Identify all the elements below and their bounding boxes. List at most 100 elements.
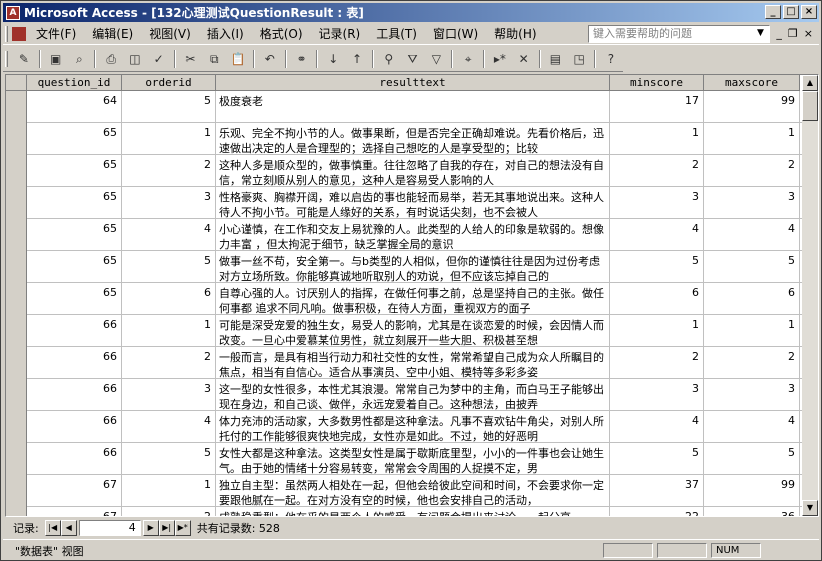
cell-maxscore[interactable]: 4 (704, 219, 800, 251)
scroll-down-icon[interactable]: ▼ (802, 500, 818, 516)
save-icon[interactable]: ▣ (46, 49, 66, 69)
cell-maxscore[interactable]: 5 (704, 443, 800, 475)
record-selector[interactable] (6, 475, 27, 507)
cell-question-id[interactable]: 67 (27, 475, 122, 507)
table-row[interactable]: 66 2 一般而言，是具有相当行动力和社交性的女性，常常希望自己成为众人所瞩目的焦点… (6, 347, 806, 379)
find-icon[interactable]: ⌖ (458, 49, 478, 69)
column-header-resulttext[interactable]: resulttext (216, 75, 610, 91)
cell-minscore[interactable]: 6 (610, 283, 704, 315)
record-selector[interactable] (6, 379, 27, 411)
new-object-icon[interactable]: ◳ (569, 49, 589, 69)
mdi-minimize-button[interactable]: _ (776, 27, 782, 40)
close-button[interactable]: × (801, 5, 817, 19)
filter-by-selection-icon[interactable]: ⚲ (379, 49, 399, 69)
table-row[interactable]: 66 5 女性大都是这种拿法。这类型女性是属于歇斯底里型，小小的一件事也会让她生气。… (6, 443, 806, 475)
menu-format[interactable]: 格式(O) (252, 25, 311, 42)
new-record-nav-icon[interactable]: ▶* (174, 520, 191, 536)
cell-resulttext[interactable]: 乐观、完全不拘小节的人。做事果断，但是否完全正确却难说。先看价格后，迅速做出决定… (216, 123, 610, 155)
cell-minscore[interactable]: 1 (610, 315, 704, 347)
cell-orderid[interactable]: 1 (122, 315, 216, 347)
record-selector[interactable] (6, 315, 27, 347)
menu-records[interactable]: 记录(R) (311, 25, 369, 42)
cell-resulttext[interactable]: 可能是深受宠爱的独生女，易受人的影响，尤其是在谈恋爱的时候，会因情人而改变。一旦… (216, 315, 610, 347)
cell-question-id[interactable]: 67 (27, 507, 122, 516)
menu-tools[interactable]: 工具(T) (368, 25, 425, 42)
cell-orderid[interactable]: 5 (122, 251, 216, 283)
cell-resulttext[interactable]: 成熟稳重型：他在乎的是两个人的感受，有问题会提出来讨论，一起分享 (216, 507, 610, 516)
cell-maxscore[interactable]: 3 (704, 379, 800, 411)
cell-minscore[interactable]: 22 (610, 507, 704, 516)
table-row[interactable]: 65 3 性格豪爽、胸襟开阔，难以启齿的事也能轻而易举，若无其事地说出来。这种人待人… (6, 187, 806, 219)
paste-icon[interactable]: 📋 (228, 49, 248, 69)
cell-minscore[interactable]: 5 (610, 443, 704, 475)
print-icon[interactable]: ⎙ (101, 49, 121, 69)
cell-orderid[interactable]: 1 (122, 475, 216, 507)
cell-orderid[interactable]: 2 (122, 347, 216, 379)
cell-minscore[interactable]: 2 (610, 155, 704, 187)
help-dropdown-arrow-icon[interactable]: ▼ (757, 28, 764, 38)
cell-orderid[interactable]: 2 (122, 155, 216, 187)
mdi-close-button[interactable]: × (804, 27, 813, 40)
cell-minscore[interactable]: 5 (610, 251, 704, 283)
table-row[interactable]: 65 1 乐观、完全不拘小节的人。做事果断，但是否完全正确却难说。先看价格后，迅速做… (6, 123, 806, 155)
record-selector[interactable] (6, 219, 27, 251)
vertical-scrollbar[interactable]: ▲ ▼ (802, 75, 818, 516)
cell-maxscore[interactable]: 4 (704, 411, 800, 443)
menu-edit[interactable]: 编辑(E) (84, 25, 141, 42)
cell-orderid[interactable]: 5 (122, 443, 216, 475)
table-row[interactable]: 65 4 小心谨慎，在工作和交友上易犹豫的人。此类型的人给人的印象是软弱的。想像力丰… (6, 219, 806, 251)
cell-minscore[interactable]: 17 (610, 91, 704, 123)
cell-question-id[interactable]: 66 (27, 379, 122, 411)
view-icon[interactable]: ✎ (14, 49, 34, 69)
cell-maxscore[interactable]: 1 (704, 123, 800, 155)
cell-question-id[interactable]: 65 (27, 123, 122, 155)
cell-maxscore[interactable]: 2 (704, 347, 800, 379)
table-row[interactable]: 66 1 可能是深受宠爱的独生女，易受人的影响，尤其是在谈恋爱的时候，会因情人而改变… (6, 315, 806, 347)
cell-maxscore[interactable]: 2 (704, 155, 800, 187)
table-row[interactable]: 66 3 这一型的女性很多，本性尤其浪漫。常常自己为梦中的主角，而白马王子能够出现在… (6, 379, 806, 411)
record-selector[interactable] (6, 155, 27, 187)
record-selector[interactable] (6, 123, 27, 155)
undo-icon[interactable]: ↶ (260, 49, 280, 69)
cell-question-id[interactable]: 66 (27, 411, 122, 443)
record-selector[interactable] (6, 443, 27, 475)
cell-orderid[interactable]: 4 (122, 411, 216, 443)
cell-maxscore[interactable]: 6 (704, 283, 800, 315)
cell-minscore[interactable]: 4 (610, 219, 704, 251)
cell-minscore[interactable]: 4 (610, 411, 704, 443)
maximize-button[interactable]: □ (783, 5, 799, 19)
sort-ascending-icon[interactable]: ↓ (323, 49, 343, 69)
scroll-up-icon[interactable]: ▲ (802, 75, 818, 91)
select-all-corner[interactable] (6, 75, 27, 91)
column-header-maxscore[interactable]: maxscore (704, 75, 800, 91)
help-search-input[interactable]: 键入需要帮助的问题 (588, 25, 770, 43)
cell-minscore[interactable]: 3 (610, 379, 704, 411)
mdi-restore-button[interactable]: ❐ (788, 27, 798, 40)
column-header-minscore[interactable]: minscore (610, 75, 704, 91)
cell-question-id[interactable]: 64 (27, 91, 122, 123)
record-selector[interactable] (6, 251, 27, 283)
cell-question-id[interactable]: 65 (27, 155, 122, 187)
table-row[interactable]: 65 2 这种人多是顺众型的，做事慎重。往往忽略了自我的存在，对自己的想法没有自信，… (6, 155, 806, 187)
cell-question-id[interactable]: 65 (27, 283, 122, 315)
cell-resulttext[interactable]: 一般而言，是具有相当行动力和社交性的女性，常常希望自己成为众人所瞩目的焦点，相当… (216, 347, 610, 379)
cell-question-id[interactable]: 65 (27, 187, 122, 219)
cell-resulttext[interactable]: 这种人多是顺众型的，做事慎重。往往忽略了自我的存在，对自己的想法没有自信，常立刻… (216, 155, 610, 187)
next-record-icon[interactable]: ▶ (142, 520, 159, 536)
cell-maxscore[interactable]: 99 (704, 91, 800, 123)
cell-question-id[interactable]: 66 (27, 443, 122, 475)
cell-question-id[interactable]: 65 (27, 219, 122, 251)
column-header-question-id[interactable]: question_id (27, 75, 122, 91)
cell-orderid[interactable]: 3 (122, 187, 216, 219)
cell-question-id[interactable]: 66 (27, 347, 122, 379)
cell-resulttext[interactable]: 自尊心强的人。讨厌别人的指挥，在做任何事之前，总是坚持自己的主张。做任何事都 追… (216, 283, 610, 315)
cell-resulttext[interactable]: 小心谨慎，在工作和交友上易犹豫的人。此类型的人给人的印象是软弱的。想像力丰富 ，… (216, 219, 610, 251)
sort-descending-icon[interactable]: ↑ (347, 49, 367, 69)
cell-resulttext[interactable]: 女性大都是这种拿法。这类型女性是属于歇斯底里型，小小的一件事也会让她生气。由于她… (216, 443, 610, 475)
cell-maxscore[interactable]: 36 (704, 507, 800, 516)
cell-resulttext[interactable]: 体力充沛的活动家，大多数男性都是这种拿法。凡事不喜欢钻牛角尖，对别人所托付的工作… (216, 411, 610, 443)
previous-record-icon[interactable]: ◀ (60, 520, 77, 536)
table-row[interactable]: 64 5 极度衰老 17 99 (6, 91, 806, 123)
cell-resulttext[interactable]: 这一型的女性很多，本性尤其浪漫。常常自己为梦中的主角，而白马王子能够出现在身边，… (216, 379, 610, 411)
cell-maxscore[interactable]: 5 (704, 251, 800, 283)
